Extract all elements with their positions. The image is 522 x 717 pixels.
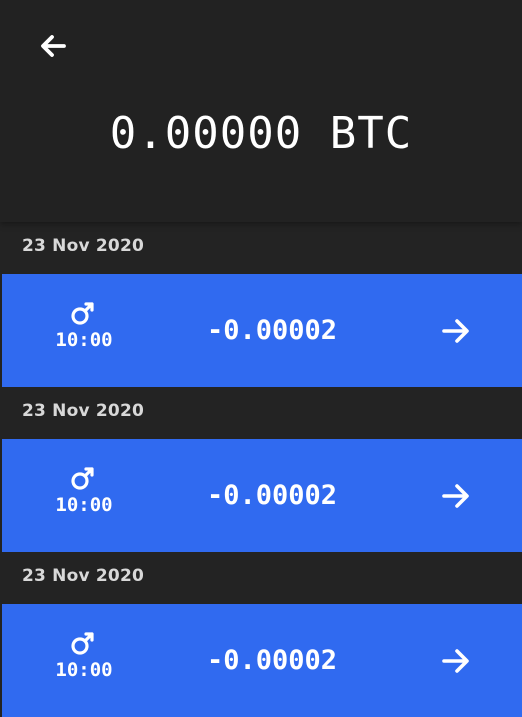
transaction-amount: -0.00002: [207, 480, 338, 511]
transaction-date: 23 Nov 2020: [22, 401, 144, 421]
arrow-right-icon[interactable]: [436, 641, 476, 681]
transaction-time-block: 10:00: [52, 300, 116, 352]
transaction-time: 10:00: [55, 329, 113, 351]
male-symbol-icon: [70, 465, 98, 491]
transaction-time: 10:00: [55, 659, 113, 681]
male-symbol-icon: [70, 300, 98, 326]
male-symbol-icon: [70, 630, 98, 656]
arrow-right-icon[interactable]: [436, 476, 476, 516]
transaction-amount: -0.00002: [207, 645, 338, 676]
transaction-group: 23 Nov 2020 10:00 -0.00002: [0, 387, 522, 552]
transaction-item[interactable]: 10:00 -0.00002: [2, 274, 522, 387]
transaction-time-block: 10:00: [52, 630, 116, 682]
back-button[interactable]: [30, 26, 78, 70]
wallet-header: 0.00000 BTC: [0, 0, 522, 222]
transaction-group: 23 Nov 2020 10:00 -0.00002: [0, 552, 522, 717]
arrow-right-icon[interactable]: [436, 311, 476, 351]
transaction-item[interactable]: 10:00 -0.00002: [2, 439, 522, 552]
transaction-time-block: 10:00: [52, 465, 116, 517]
transaction-time: 10:00: [55, 494, 113, 516]
transaction-item[interactable]: 10:00 -0.00002: [2, 604, 522, 717]
transaction-group: 23 Nov 2020 10:00 -0.00002: [0, 222, 522, 387]
transaction-date: 23 Nov 2020: [22, 566, 144, 586]
arrow-left-icon: [34, 26, 74, 70]
transaction-list: 23 Nov 2020 10:00 -0.00002 23 Nov 2020 1…: [0, 222, 522, 717]
transaction-date: 23 Nov 2020: [22, 236, 144, 256]
wallet-balance: 0.00000 BTC: [109, 108, 413, 159]
transaction-amount: -0.00002: [207, 315, 338, 346]
